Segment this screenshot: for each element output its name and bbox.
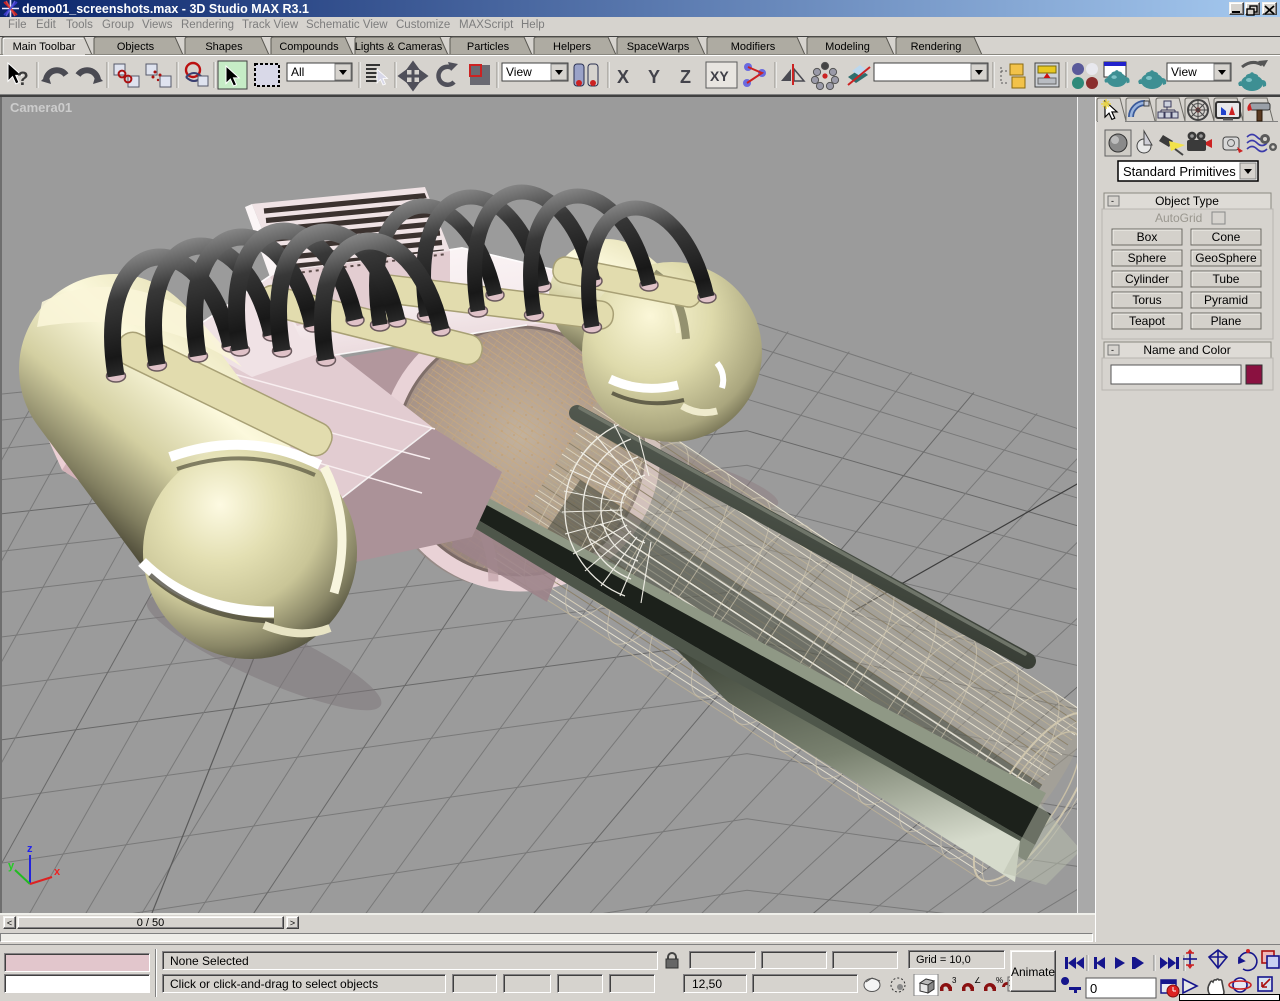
svg-text:Z: Z [680,67,691,87]
svg-text:Compounds: Compounds [279,41,339,53]
svg-text:?: ? [17,69,29,90]
svg-text:∠: ∠ [974,976,981,985]
svg-text:Camera01: Camera01 [10,100,72,115]
svg-text:Y: Y [648,67,660,87]
svg-text:Box: Box [1137,230,1158,244]
svg-text:0: 0 [1090,981,1097,996]
svg-text:y: y [8,860,15,872]
svg-text:All: All [291,65,304,79]
svg-text:GeoSphere: GeoSphere [1195,251,1257,265]
svg-text:Standard Primitives: Standard Primitives [1123,164,1236,179]
svg-text:Object Type: Object Type [1155,194,1219,208]
svg-text:Teapot: Teapot [1129,314,1166,328]
svg-text:-: - [1111,196,1114,206]
svg-text:Tube: Tube [1213,272,1240,286]
svg-text:Cone: Cone [1212,230,1241,244]
svg-text:View: View [506,65,532,79]
svg-text:Torus: Torus [1132,293,1161,307]
svg-text:Main Toolbar: Main Toolbar [13,41,76,53]
svg-text:XY: XY [710,68,729,84]
svg-text:x: x [54,866,61,878]
svg-text:Pyramid: Pyramid [1204,293,1248,307]
svg-text:Name and Color: Name and Color [1143,343,1230,357]
svg-text:Particles: Particles [467,41,510,53]
svg-text:-: - [1111,345,1114,355]
svg-text:Cylinder: Cylinder [1125,272,1169,286]
svg-text:Modeling: Modeling [825,41,870,53]
svg-text:Plane: Plane [1211,314,1242,328]
svg-text:Objects: Objects [117,41,155,53]
svg-text:3: 3 [952,976,957,985]
svg-text:z: z [27,843,33,855]
svg-text:Shapes: Shapes [205,41,243,53]
svg-text:Helpers: Helpers [553,41,591,53]
svg-text:SpaceWarps: SpaceWarps [627,41,690,53]
svg-text:View: View [1171,65,1197,79]
svg-text:Rendering: Rendering [911,41,962,53]
svg-text:Lights & Cameras: Lights & Cameras [355,41,443,53]
svg-text:AutoGrid: AutoGrid [1155,211,1202,225]
svg-text:Modifiers: Modifiers [731,41,776,53]
svg-text:Sphere: Sphere [1128,251,1167,265]
svg-text:X: X [617,67,629,87]
